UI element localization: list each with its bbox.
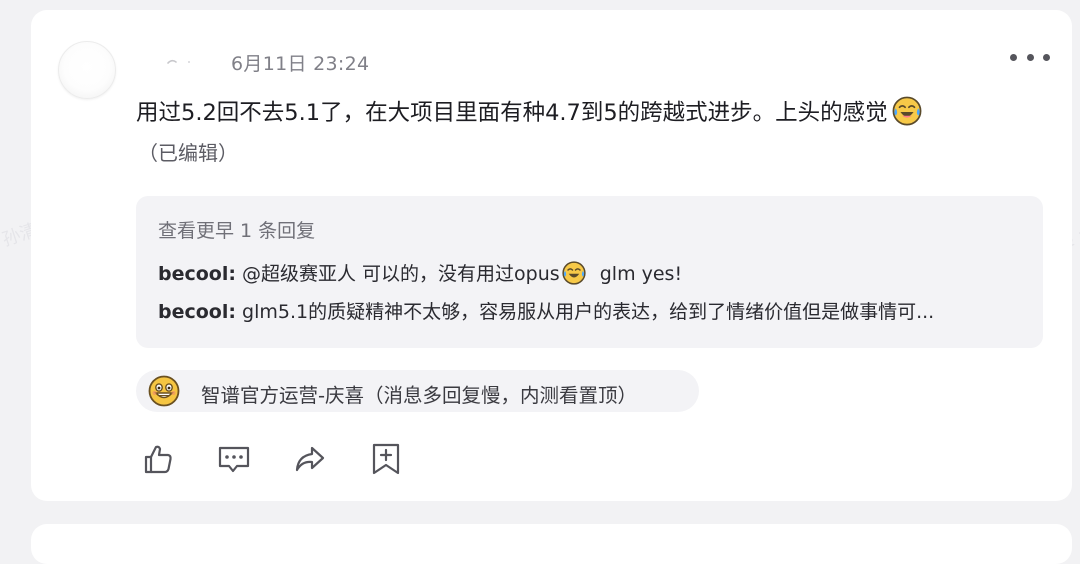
crying-laughing-emoji-icon (562, 261, 586, 285)
reply-box: 查看更早 1 条回复 becool: @超级赛亚人 可以的，没有用过opus g… (136, 196, 1043, 348)
topic-tag[interactable]: 智谱官方运营-庆喜（消息多回复慢，内测看置顶） (136, 370, 699, 412)
comment-button[interactable] (216, 441, 252, 477)
bookmark-add-icon (372, 443, 400, 475)
post-content: 用过5.2回不去5.1了，在大项目里面有种4.7到5的跨越式进步。上头的感觉 (136, 96, 1036, 130)
reply-item[interactable]: becool: @超级赛亚人 可以的，没有用过opus glm yes! (158, 259, 682, 286)
reply-item[interactable]: becool: glm5.1的质疑精神不太够，容易服从用户的表达，给到了情绪价值… (158, 297, 934, 324)
post-text: 用过5.2回不去5.1了，在大项目里面有种4.7到5的跨越式进步。上头的感觉 (136, 100, 888, 126)
blurred-name-icon (167, 59, 190, 64)
view-earlier-replies-link[interactable]: 查看更早 1 条回复 (158, 216, 315, 243)
edited-label: （已编辑） (138, 141, 238, 165)
reply-text: @超级赛亚人 可以的，没有用过opus (235, 263, 560, 285)
avatar[interactable] (58, 41, 116, 99)
next-post-card (31, 524, 1072, 564)
bookmark-button[interactable] (368, 441, 404, 477)
reply-author[interactable]: becool: (158, 301, 236, 323)
grinning-emoji-icon (148, 375, 180, 407)
reply-text: glm5.1的质疑精神不太够，容易服从用户的表达，给到了情绪价值但是做事情可..… (235, 301, 935, 323)
share-icon (295, 446, 325, 472)
dot-icon (1010, 53, 1017, 61)
dot-icon (1026, 53, 1034, 61)
crying-laughing-emoji-icon (892, 96, 922, 126)
topic-label: 智谱官方运营-庆喜（消息多回复慢，内测看置顶） (201, 384, 638, 407)
dot-icon (1043, 53, 1050, 61)
post-timestamp: 6月11日 23:24 (231, 53, 370, 75)
share-button[interactable] (292, 441, 328, 477)
reply-text-tail: glm yes! (593, 263, 683, 285)
username-placeholder[interactable] (165, 50, 215, 74)
reply-author[interactable]: becool: (158, 263, 236, 285)
comment-icon (218, 446, 250, 473)
more-options-button[interactable] (1010, 47, 1050, 67)
like-button[interactable] (140, 441, 176, 477)
thumbs-up-icon (144, 445, 172, 474)
